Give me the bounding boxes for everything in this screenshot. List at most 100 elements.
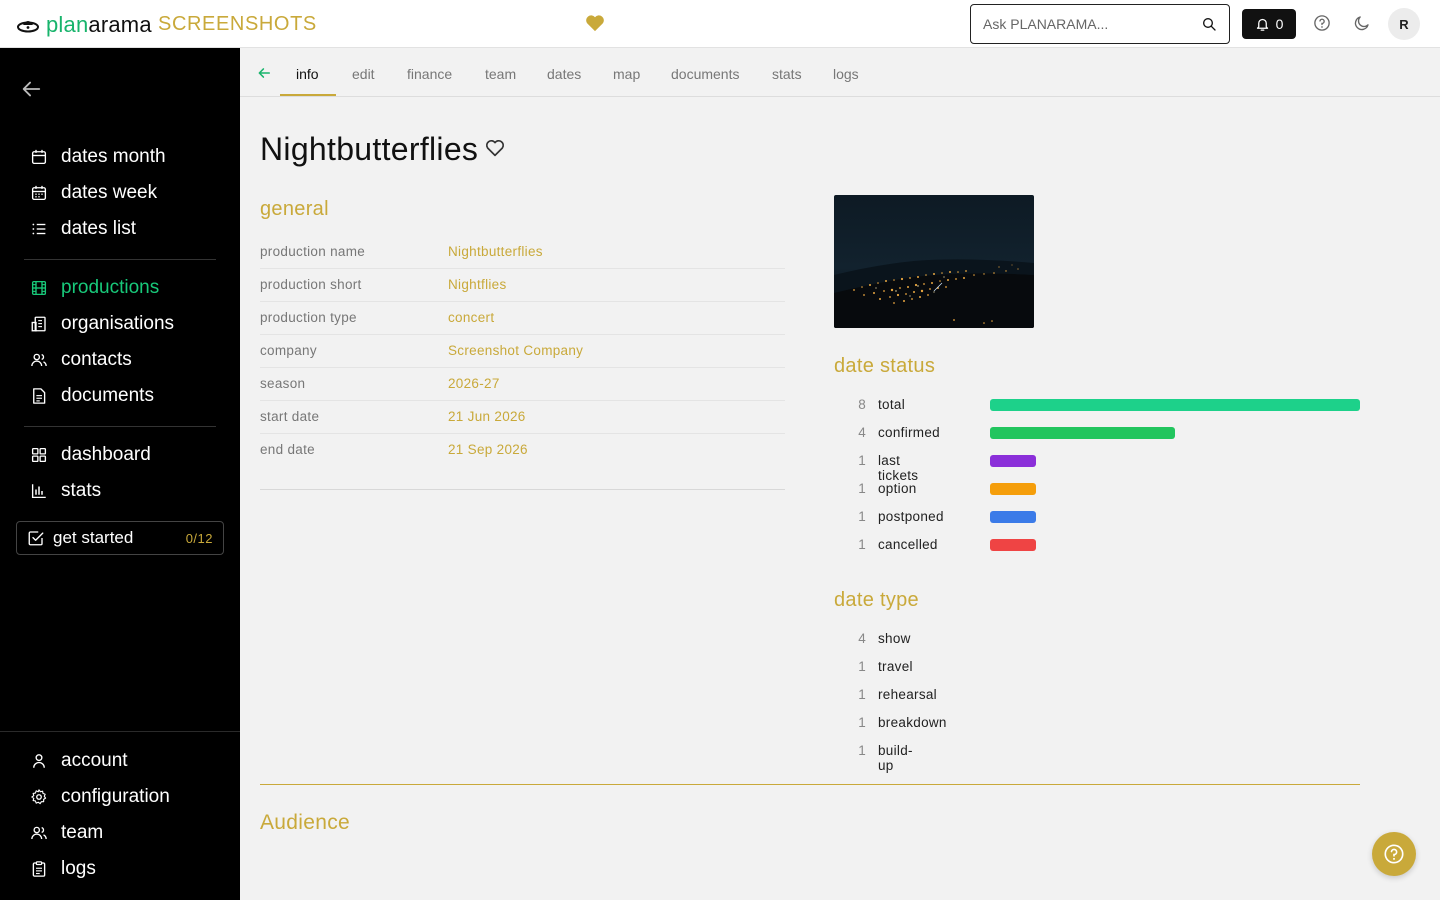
info-row-production-name: production name Nightbutterflies [260, 244, 785, 277]
info-value[interactable]: Screenshot Company [448, 343, 583, 358]
sidebar-item-label: documents [61, 385, 154, 406]
tab-bar: info edit finance team dates map documen… [240, 48, 1440, 97]
help-icon [1384, 844, 1404, 864]
date-type-label: rehearsal [878, 687, 937, 702]
tab-dates[interactable]: dates [547, 66, 581, 82]
sidebar-item-dates-list[interactable]: dates list [30, 218, 136, 240]
top-bar: planarama SCREENSHOTS 0 R [0, 0, 1440, 48]
favorite-outline-heart-icon[interactable] [485, 139, 505, 157]
info-value[interactable]: 21 Sep 2026 [448, 442, 528, 457]
help-fab-button[interactable] [1372, 832, 1416, 876]
production-image[interactable] [834, 195, 1034, 328]
sidebar-item-productions[interactable]: productions [30, 277, 159, 299]
avatar[interactable]: R [1388, 8, 1420, 40]
sidebar-item-label: dates week [61, 182, 158, 203]
date-type-heading: date type [834, 589, 919, 611]
sidebar-item-label: dashboard [61, 444, 151, 465]
notifications-button[interactable]: 0 [1242, 9, 1296, 39]
active-tab-indicator [280, 94, 336, 96]
info-value[interactable]: 2026-27 [448, 376, 500, 391]
search-icon[interactable] [1201, 16, 1217, 32]
bar-chart-icon [31, 484, 46, 499]
sidebar-item-stats[interactable]: stats [30, 480, 101, 502]
info-value[interactable]: Nightbutterflies [448, 244, 543, 259]
date-status-count: 1 [858, 481, 866, 496]
logo-text-plan: plan [46, 12, 89, 37]
date-type-count: 1 [858, 659, 866, 674]
sidebar-item-team[interactable]: team [30, 822, 103, 844]
info-value[interactable]: 21 Jun 2026 [448, 409, 526, 424]
date-status-bar [990, 511, 1036, 523]
gear-icon [31, 789, 47, 805]
general-heading: general [260, 198, 329, 220]
date-status-count: 1 [858, 509, 866, 524]
date-status-bar [990, 399, 1360, 411]
sidebar-item-logs[interactable]: logs [30, 858, 96, 880]
date-status-heading: date status [834, 355, 936, 377]
tab-map[interactable]: map [613, 66, 640, 82]
dashboard-icon [31, 447, 47, 463]
list-icon [32, 223, 46, 235]
info-row-company: company Screenshot Company [260, 343, 785, 376]
user-icon [33, 754, 45, 768]
sidebar-item-contacts[interactable]: contacts [30, 349, 132, 371]
tab-documents[interactable]: documents [671, 66, 739, 82]
sidebar-item-label: dates list [61, 218, 136, 239]
date-type-count: 1 [858, 743, 866, 758]
row-divider [260, 334, 785, 335]
tab-back-arrow-icon[interactable] [257, 66, 271, 80]
help-icon[interactable] [1313, 14, 1331, 32]
date-status-label: last tickets [878, 453, 919, 483]
date-type-label: show [878, 631, 911, 646]
tab-edit[interactable]: edit [352, 66, 375, 82]
info-row-production-type: production type concert [260, 310, 785, 343]
date-status-label: total [878, 397, 906, 412]
date-type-label: travel [878, 659, 913, 674]
get-started-button[interactable]: get started 0/12 [16, 521, 224, 555]
app-logo[interactable]: planarama [16, 12, 152, 38]
info-value[interactable]: concert [448, 310, 494, 325]
info-key: production name [260, 244, 366, 259]
sidebar-item-organisations[interactable]: organisations [30, 313, 174, 335]
search-input[interactable] [983, 16, 1201, 32]
calendar-grid-icon [31, 185, 47, 201]
tab-info[interactable]: info [296, 66, 319, 82]
info-row-end-date: end date 21 Sep 2026 [260, 442, 785, 475]
date-status-count: 1 [858, 453, 866, 468]
sidebar-item-dates-week[interactable]: dates week [30, 182, 157, 204]
favorite-heart-icon[interactable] [585, 14, 605, 32]
info-key: season [260, 376, 306, 391]
sidebar-item-label: logs [61, 858, 96, 879]
team-icon [31, 826, 47, 840]
info-row-start-date: start date 21 Jun 2026 [260, 409, 785, 442]
sidebar-item-dashboard[interactable]: dashboard [30, 444, 151, 466]
tab-stats[interactable]: stats [772, 66, 802, 82]
info-key: production type [260, 310, 357, 325]
sidebar-divider [0, 731, 240, 732]
sidebar-item-configuration[interactable]: configuration [30, 786, 170, 808]
get-started-label: get started [53, 528, 134, 547]
date-type-label: build-up [878, 743, 913, 773]
tab-logs[interactable]: logs [833, 66, 859, 82]
tab-team[interactable]: team [485, 66, 516, 82]
tab-finance[interactable]: finance [407, 66, 452, 82]
back-arrow-icon[interactable] [20, 78, 42, 100]
sidebar: dates month dates week dates list produc… [0, 48, 240, 900]
sidebar-item-label: stats [61, 480, 102, 501]
date-status-label: confirmed [878, 425, 940, 440]
users-icon [31, 353, 47, 367]
info-row-production-short: production short Nightflies [260, 277, 785, 310]
get-started-count: 0/12 [185, 530, 213, 546]
sidebar-divider [24, 426, 216, 427]
info-value[interactable]: Nightflies [448, 277, 507, 292]
date-status-bar [990, 539, 1036, 551]
info-key: company [260, 343, 317, 358]
info-key: end date [260, 442, 315, 457]
audience-heading: Audience [260, 811, 350, 834]
notifications-count: 0 [1275, 16, 1284, 32]
sidebar-item-documents[interactable]: documents [30, 385, 154, 407]
sidebar-item-account[interactable]: account [30, 750, 128, 772]
sidebar-item-dates-month[interactable]: dates month [30, 146, 166, 168]
app-subtitle: SCREENSHOTS [158, 13, 317, 35]
dark-mode-moon-icon[interactable] [1353, 14, 1371, 32]
